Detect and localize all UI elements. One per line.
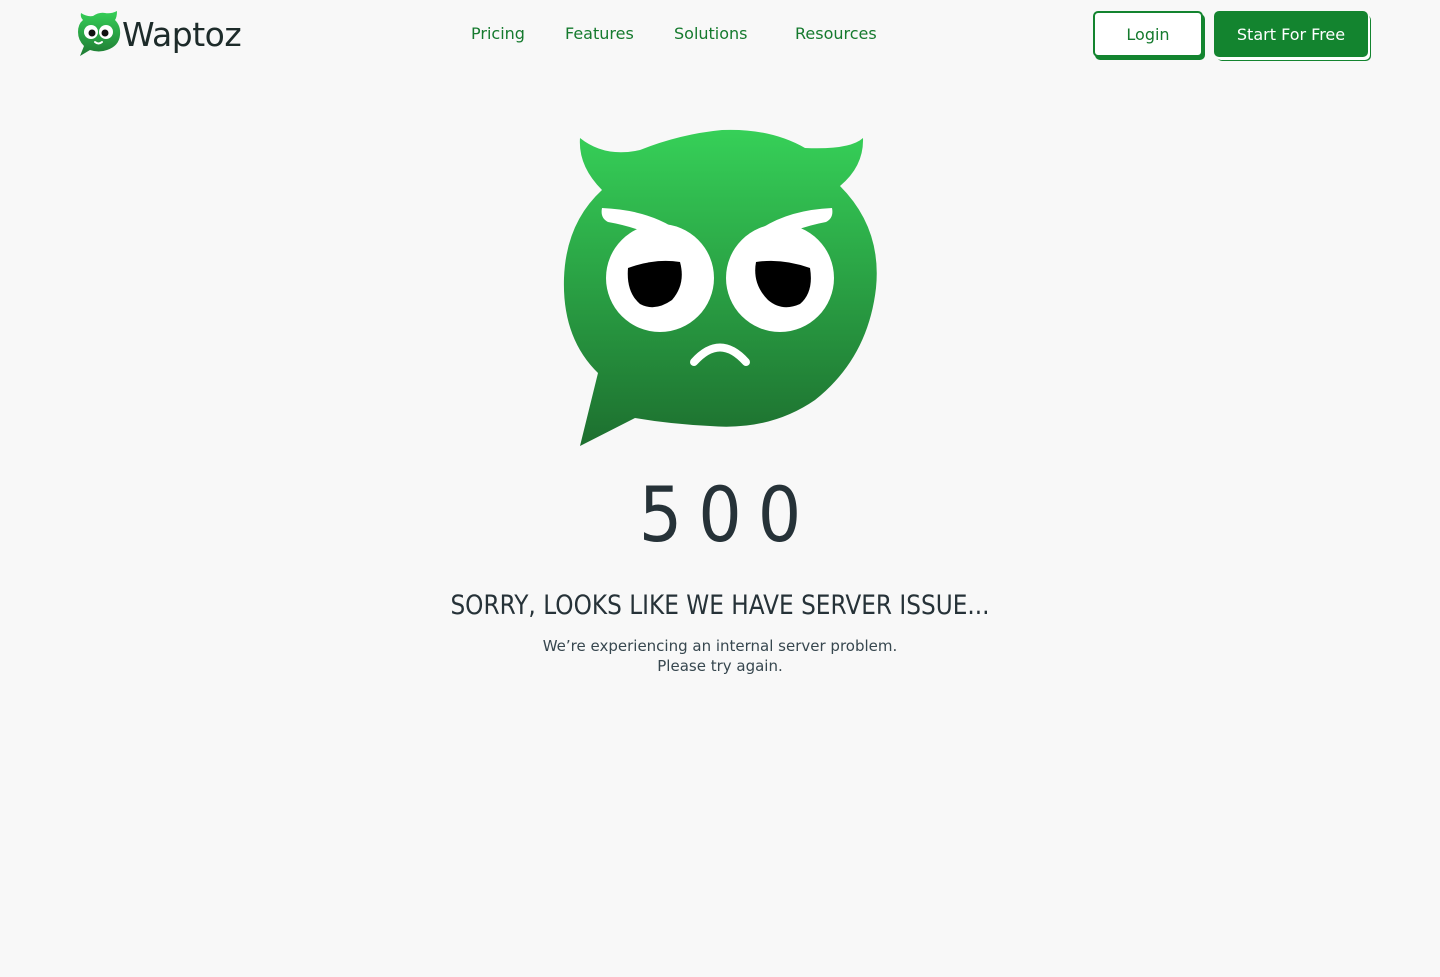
error-title: SORRY, LOOKS LIKE WE HAVE SERVER ISSUE..… [450, 590, 990, 621]
error-message-line-2: Please try again. [657, 657, 783, 675]
owl-chat-logo-icon [77, 10, 121, 58]
login-button[interactable]: Login [1093, 11, 1203, 57]
nav-resources[interactable]: Resources [795, 24, 877, 43]
nav-solutions[interactable]: Solutions [674, 24, 748, 43]
error-page: Waptoz Pricing Features Solutions Resour… [0, 0, 1440, 977]
error-message-line-1: We’re experiencing an internal server pr… [542, 637, 898, 655]
brand-name: Waptoz [122, 14, 242, 54]
brand-logo[interactable]: Waptoz [77, 10, 242, 58]
error-code: 500 [638, 470, 818, 559]
sad-owl-chat-bubble-icon [560, 128, 880, 453]
start-for-free-button[interactable]: Start For Free [1214, 11, 1368, 57]
nav-pricing[interactable]: Pricing [471, 24, 525, 43]
nav-features[interactable]: Features [565, 24, 634, 43]
